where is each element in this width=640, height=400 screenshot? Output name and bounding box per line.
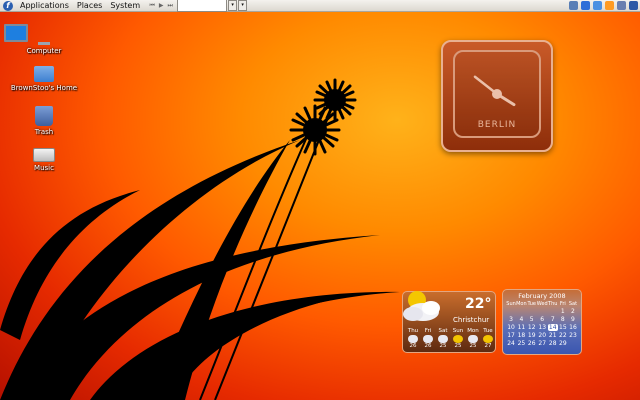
previous-icon[interactable]: ⏮ bbox=[148, 2, 156, 10]
weekday-header: Wed bbox=[536, 301, 548, 307]
calendar-day[interactable]: 2 bbox=[568, 308, 578, 315]
dropdown-arrow-icon[interactable]: ▾ bbox=[238, 0, 248, 11]
calendar-day[interactable]: 17 bbox=[506, 332, 516, 339]
calendar-day[interactable]: 26 bbox=[527, 340, 537, 347]
bluetooth-icon[interactable] bbox=[629, 1, 638, 10]
calendar-day bbox=[527, 308, 537, 315]
desktop-icon-computer[interactable]: Computer bbox=[4, 24, 84, 55]
desktop-icon-label: Trash bbox=[34, 128, 54, 136]
play-icon[interactable]: ▶ bbox=[157, 2, 165, 10]
current-temperature: 22° bbox=[465, 296, 492, 312]
calendar-day[interactable]: 9 bbox=[568, 316, 578, 323]
weekday-header: Sun bbox=[506, 301, 516, 307]
calendar-day[interactable]: 15 bbox=[558, 324, 568, 331]
forecast-day: Sun 25 bbox=[452, 328, 464, 349]
calendar-day[interactable]: 1 bbox=[558, 308, 568, 315]
forecast-day: Mon 25 bbox=[467, 328, 479, 349]
clock-widget[interactable]: BERLIN bbox=[441, 40, 553, 152]
calendar-day[interactable]: 19 bbox=[527, 332, 537, 339]
calendar-day[interactable]: 5 bbox=[527, 316, 537, 323]
desktop-icon-label: Music bbox=[34, 164, 54, 172]
desktop-icon-trash[interactable]: Trash bbox=[4, 106, 84, 136]
media-controls: ⏮ ▶ ⏭ bbox=[148, 2, 174, 10]
weather-widget[interactable]: 22° Christchur Thu 26 Fri 26 Sat 25 Sun 25 M… bbox=[402, 291, 496, 353]
sun-icon bbox=[453, 335, 463, 343]
update-icon[interactable] bbox=[593, 1, 602, 10]
calendar-day[interactable]: 20 bbox=[537, 332, 548, 339]
computer-icon bbox=[4, 24, 84, 45]
weekday-header: Sat bbox=[568, 301, 578, 307]
home-folder-icon bbox=[34, 66, 54, 82]
calendar-widget[interactable]: February 2008 Sun Mon Tue Wed Thu Fri Sat 1 2 3 4 5… bbox=[502, 289, 582, 355]
calendar-day bbox=[548, 308, 558, 315]
screen-icon[interactable] bbox=[569, 1, 578, 10]
weekday-header: Mon bbox=[516, 301, 527, 307]
calendar-title: February 2008 bbox=[518, 292, 566, 300]
calendar-day[interactable]: 4 bbox=[516, 316, 527, 323]
weather-city: Christchur bbox=[453, 316, 490, 324]
calendar-day bbox=[568, 340, 578, 347]
sun-icon bbox=[483, 335, 493, 343]
firefox-icon[interactable] bbox=[605, 1, 614, 10]
forecast-day: Fri 26 bbox=[423, 328, 433, 349]
calendar-day[interactable]: 14 bbox=[547, 324, 558, 331]
calendar-day bbox=[537, 308, 548, 315]
fedora-logo-icon[interactable]: f bbox=[3, 0, 13, 11]
desktop-icon-home[interactable]: BrownStoo's Home bbox=[4, 66, 84, 92]
drive-icon bbox=[33, 148, 55, 162]
calendar-day[interactable]: 23 bbox=[568, 332, 578, 339]
dropdown-arrow-icon[interactable]: ▾ bbox=[228, 0, 238, 11]
clock-city-label: BERLIN bbox=[477, 120, 517, 130]
clock-face: BERLIN bbox=[453, 50, 541, 138]
desktop-icon-music[interactable]: Music bbox=[4, 148, 84, 172]
cloud-icon bbox=[468, 335, 478, 343]
calendar-day[interactable]: 8 bbox=[558, 316, 568, 323]
trash-icon bbox=[35, 106, 53, 126]
next-icon[interactable]: ⏭ bbox=[166, 2, 174, 10]
calendar-day[interactable]: 21 bbox=[548, 332, 558, 339]
forecast-day: Sat 25 bbox=[438, 328, 448, 349]
calendar-day[interactable]: 11 bbox=[516, 324, 527, 331]
cloud-icon bbox=[423, 335, 433, 343]
cloud-icon bbox=[408, 335, 418, 343]
calendar-day[interactable]: 12 bbox=[527, 324, 537, 331]
calendar-day[interactable]: 10 bbox=[506, 324, 516, 331]
calendar-day bbox=[506, 308, 516, 315]
forecast-day: Thu 26 bbox=[407, 328, 419, 349]
weekday-header: Fri bbox=[559, 301, 566, 307]
calendar-day[interactable]: 3 bbox=[506, 316, 516, 323]
volume-icon[interactable] bbox=[617, 1, 626, 10]
menu-applications[interactable]: Applications bbox=[16, 1, 73, 10]
calendar-day[interactable]: 7 bbox=[548, 316, 558, 323]
top-panel: f Applications Places System ⏮ ▶ ⏭ ▾ ▾ bbox=[0, 0, 640, 12]
forecast-days: Thu 26 Fri 26 Sat 25 Sun 25 Mon 25 Tue 27 bbox=[407, 328, 494, 349]
calendar-day[interactable]: 28 bbox=[548, 340, 558, 347]
menu-places[interactable]: Places bbox=[73, 1, 106, 10]
calendar-day bbox=[516, 308, 527, 315]
calendar-day[interactable]: 18 bbox=[516, 332, 527, 339]
menu-system[interactable]: System bbox=[106, 1, 144, 10]
desktop-icon-label: Computer bbox=[26, 47, 62, 55]
calendar-day[interactable]: 22 bbox=[558, 332, 568, 339]
calendar-day[interactable]: 29 bbox=[558, 340, 568, 347]
calendar-day[interactable]: 6 bbox=[537, 316, 548, 323]
partly-cloudy-icon bbox=[403, 291, 440, 321]
cloud-icon bbox=[438, 335, 448, 343]
network-icon[interactable] bbox=[581, 1, 590, 10]
calendar-day[interactable]: 27 bbox=[537, 340, 548, 347]
calendar-day[interactable]: 24 bbox=[506, 340, 516, 347]
calendar-day[interactable]: 16 bbox=[568, 324, 578, 331]
system-tray bbox=[569, 1, 638, 10]
calendar-grid: Sun Mon Tue Wed Thu Fri Sat 1 2 3 4 5 6 7 8 9 10 11 12 13 14… bbox=[506, 301, 578, 347]
calendar-day[interactable]: 25 bbox=[516, 340, 527, 347]
search-input[interactable] bbox=[177, 0, 228, 12]
weekday-header: Thu bbox=[548, 301, 558, 307]
calendar-day[interactable]: 13 bbox=[537, 324, 548, 331]
forecast-day: Tue 27 bbox=[483, 328, 493, 349]
desktop-icon-label: BrownStoo's Home bbox=[10, 84, 78, 92]
weekday-header: Tue bbox=[527, 301, 536, 307]
